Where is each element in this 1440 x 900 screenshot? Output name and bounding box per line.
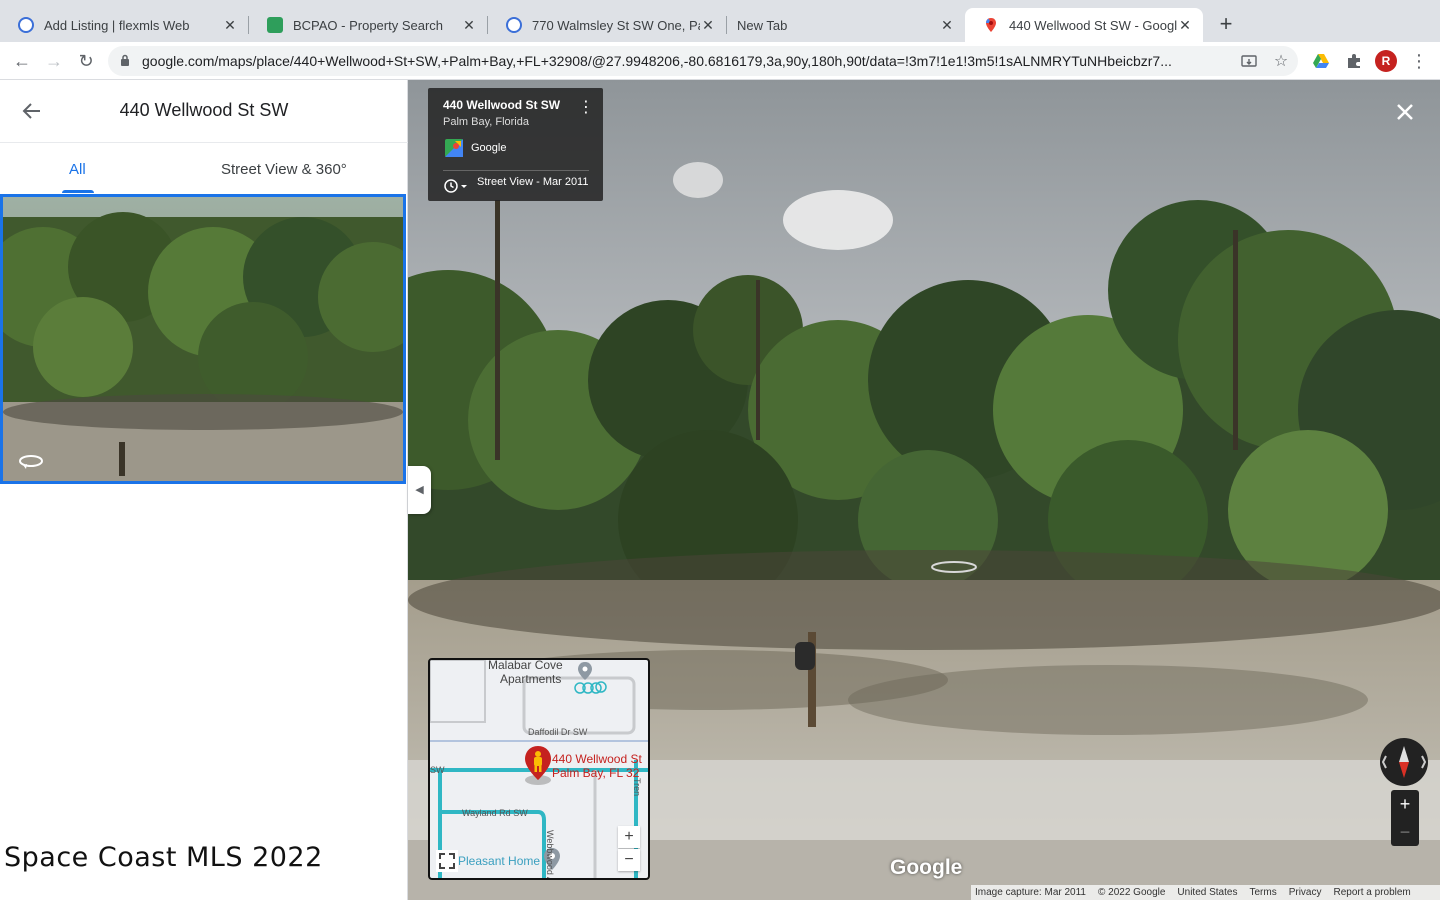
image-capture-date: Image capture: Mar 2011 — [975, 887, 1086, 898]
zoom-in-button[interactable]: + — [1391, 790, 1419, 818]
capture-date[interactable]: Street View - Mar 2011 — [477, 176, 588, 188]
tab-new-tab[interactable]: New Tab ✕ — [727, 8, 965, 42]
tab-close-icon[interactable]: ✕ — [222, 17, 238, 33]
bookmark-star-icon[interactable]: ☆ — [1272, 53, 1290, 71]
map-footer: Image capture: Mar 2011 © 2022 Google Un… — [971, 885, 1440, 900]
browser-toolbar: ← → ↻ google.com/maps/place/440+Wellwood… — [0, 42, 1440, 80]
mls-watermark: Space Coast MLS 2022 — [4, 842, 323, 873]
tab-title: BCPAO - Property Search — [293, 17, 444, 33]
tab-street-view-360[interactable]: Street View & 360° — [221, 161, 347, 178]
fullscreen-icon[interactable] — [436, 850, 458, 872]
street-view-thumbnail[interactable] — [0, 194, 406, 484]
tab-bcpao[interactable]: BCPAO - Property Search ✕ — [249, 8, 487, 42]
thumbnail-photo — [3, 197, 403, 481]
tab-close-icon[interactable]: ✕ — [700, 17, 716, 33]
new-tab-button[interactable]: + — [1214, 13, 1238, 37]
info-divider — [443, 170, 589, 171]
tab-strip: Add Listing | flexmls Web ✕ BCPAO - Prop… — [0, 0, 1440, 42]
place-label: Pleasant Home — [458, 854, 541, 868]
road-label: Wayland Rd SW — [462, 808, 528, 818]
panel-tabs: All Street View & 360° — [0, 144, 408, 194]
back-button[interactable]: ← — [10, 49, 34, 73]
close-street-view-icon[interactable] — [1393, 100, 1417, 124]
zoom-out-button[interactable]: − — [1391, 818, 1419, 846]
tab-walmsley[interactable]: 770 Walmsley St SW One, Pal ✕ — [488, 8, 726, 42]
back-arrow-icon[interactable] — [20, 99, 44, 123]
terms-link[interactable]: Terms — [1249, 887, 1276, 898]
minimap-zoom-out-button[interactable]: − — [618, 849, 640, 871]
minimap-zoom-in-button[interactable]: + — [618, 826, 640, 848]
tab-title: New Tab — [737, 17, 788, 33]
browser-menu-icon[interactable]: ⋮ — [1410, 50, 1428, 72]
side-panel: 440 Wellwood St SW All Street View & 360… — [0, 80, 408, 900]
google-logo: Google — [890, 856, 963, 879]
address-bar[interactable]: google.com/maps/place/440+Wellwood+St+SW… — [108, 46, 1298, 76]
tab-close-icon[interactable]: ✕ — [461, 17, 477, 33]
lock-icon[interactable] — [120, 54, 130, 67]
tab-flexmls[interactable]: Add Listing | flexmls Web ✕ — [0, 8, 248, 42]
road-label: Tren — [632, 778, 642, 797]
reload-button[interactable]: ↻ — [74, 49, 98, 73]
place-label: Apartments — [500, 672, 562, 686]
location-info-card: 440 Wellwood St SW Palm Bay, Florida ⋮ G… — [428, 88, 603, 201]
google-drive-icon[interactable] — [1312, 52, 1330, 70]
info-locality: Palm Bay, Florida — [443, 116, 529, 128]
bcpao-favicon-icon — [267, 17, 283, 33]
extensions-puzzle-icon[interactable] — [1345, 52, 1363, 70]
pegman-pin-icon[interactable] — [523, 744, 553, 786]
tab-title: 770 Walmsley St SW One, Pal — [532, 17, 700, 33]
more-options-icon[interactable]: ⋮ — [578, 98, 594, 118]
tab-close-icon[interactable]: ✕ — [1177, 17, 1193, 33]
road-label: SW — [430, 765, 445, 775]
info-address: 440 Wellwood St SW — [443, 98, 561, 112]
tab-title: 440 Wellwood St SW - Google — [1009, 17, 1177, 33]
active-tab-indicator — [62, 190, 94, 193]
360-rotate-icon — [19, 455, 43, 469]
page-title: 440 Wellwood St SW — [119, 100, 289, 120]
street-view-panorama[interactable]: 440 Wellwood St SW Palm Bay, Florida ⋮ G… — [408, 80, 1440, 900]
google-maps-logo-icon — [445, 139, 463, 157]
pin-address-label: 440 Wellwood St — [552, 752, 642, 766]
install-app-icon[interactable] — [1240, 53, 1258, 71]
report-problem-link[interactable]: Report a problem — [1334, 887, 1411, 898]
copyright: © 2022 Google — [1098, 887, 1166, 898]
url-text[interactable]: google.com/maps/place/440+Wellwood+St+SW… — [142, 53, 1232, 69]
place-label: Malabar Cove — [488, 658, 563, 672]
road-label: Daffodil Dr SW — [528, 727, 588, 737]
collapse-panel-button[interactable]: ◀ — [408, 466, 431, 514]
flexmls-favicon-icon — [506, 17, 522, 33]
profile-avatar[interactable]: R — [1375, 50, 1397, 72]
road-label: Webbwood Ave SW — [545, 830, 555, 880]
pin-city-label: Palm Bay, FL 32 — [552, 766, 640, 780]
tab-close-icon[interactable]: ✕ — [939, 17, 955, 33]
tab-title: Add Listing | flexmls Web — [44, 17, 190, 33]
zoom-control: + − — [1391, 790, 1419, 846]
forward-button[interactable]: → — [42, 49, 66, 73]
info-source[interactable]: Google — [471, 142, 506, 154]
time-travel-clock-icon[interactable] — [443, 178, 469, 194]
region-link[interactable]: United States — [1177, 887, 1237, 898]
tab-all[interactable]: All — [69, 161, 86, 178]
flexmls-favicon-icon — [18, 17, 34, 33]
mini-map[interactable]: Malabar Cove Apartments Daffodil Dr SW S… — [428, 658, 650, 880]
google-maps-favicon-icon — [986, 18, 996, 32]
panel-header: 440 Wellwood St SW — [0, 80, 408, 143]
privacy-link[interactable]: Privacy — [1289, 887, 1322, 898]
compass-icon[interactable] — [1380, 738, 1428, 786]
tab-google-maps[interactable]: 440 Wellwood St SW - Google ✕ — [965, 8, 1203, 42]
